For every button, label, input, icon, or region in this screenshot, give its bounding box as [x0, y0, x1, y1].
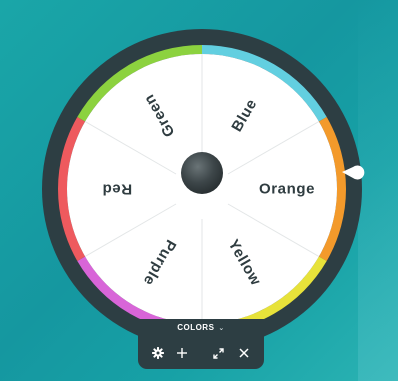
- list-selector[interactable]: COLORS ⌄: [138, 323, 264, 332]
- plus-icon: [177, 348, 187, 358]
- desktop-background: [358, 0, 398, 381]
- gear-icon: [152, 347, 164, 359]
- settings-button[interactable]: [150, 345, 166, 361]
- wheel-hub[interactable]: [181, 152, 223, 194]
- spinner-wheel[interactable]: BlueOrangeYellowPurpleRedGreen: [42, 29, 365, 349]
- add-button[interactable]: [174, 345, 190, 361]
- segment-label-orange: Orange: [259, 181, 315, 198]
- segment-label-red: Red: [102, 181, 132, 198]
- expand-button[interactable]: [210, 345, 226, 361]
- wheel-toolbar: COLORS ⌄: [138, 319, 264, 369]
- list-title: COLORS: [177, 323, 215, 332]
- toolbar-buttons: [138, 345, 264, 361]
- close-button[interactable]: [236, 345, 252, 361]
- chevron-down-icon: ⌄: [218, 325, 225, 332]
- expand-icon: [212, 347, 224, 359]
- spinner-wheel-widget: Blue Orange Yellow Purple Red Green: [42, 29, 365, 349]
- close-icon: [239, 348, 249, 358]
